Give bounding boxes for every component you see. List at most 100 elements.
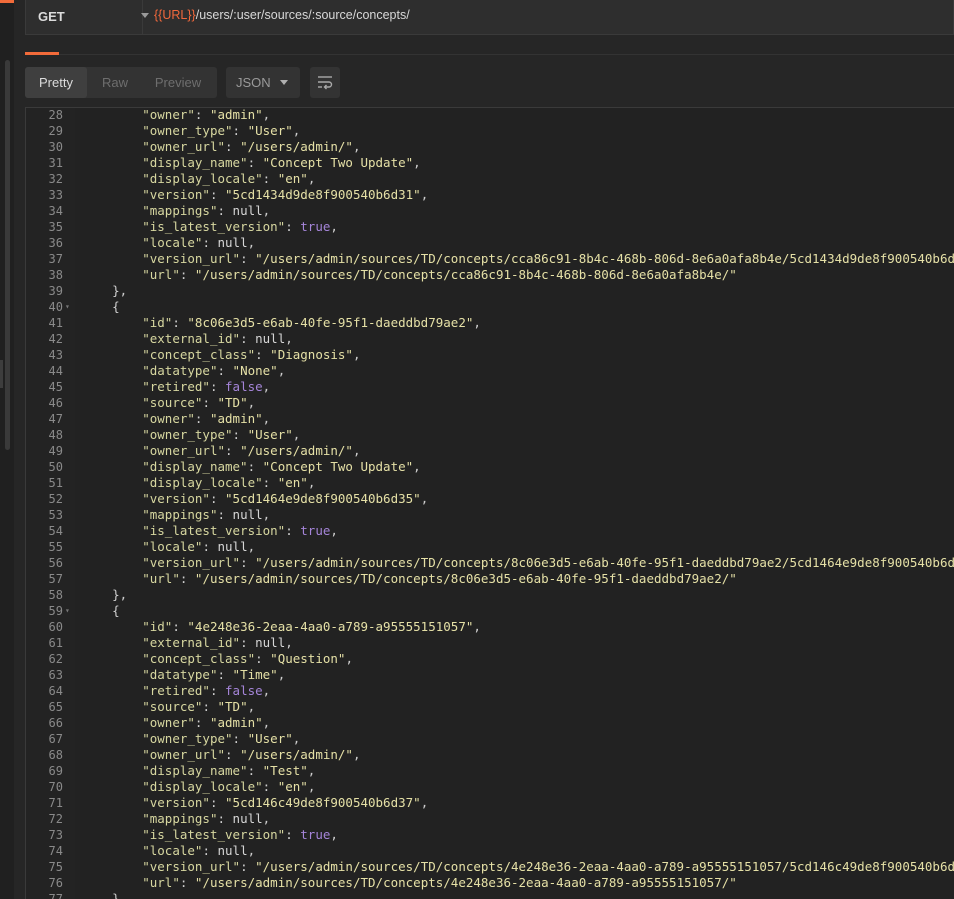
json-comma: , [473,315,481,330]
line-number: 44 [48,364,63,378]
json-colon: : [285,219,301,234]
json-colon: : [194,107,210,122]
code-line: 60 "id": "4e248e36-2eaa-4aa0-a789-a95555… [26,619,954,635]
json-comma: , [247,843,256,858]
method-select[interactable]: GET [26,0,149,34]
code-line: 58 }, [26,587,954,603]
line-number: 62 [48,652,63,666]
code-text: "is_latest_version": true, [82,827,338,843]
code-text: "concept_class": "Diagnosis", [82,347,360,363]
json-string-value: "User" [247,731,293,746]
line-number: 55 [48,540,63,554]
json-colon: : [225,747,241,762]
json-colon: : [240,555,256,570]
json-comma: , [307,475,316,490]
line-number: 45 [48,380,63,394]
line-number: 63 [48,668,63,682]
fold-toggle-icon[interactable]: ▾ [65,603,70,619]
json-colon: : [194,715,210,730]
json-key: "datatype" [142,667,218,682]
json-string-value: "Concept Two Update" [262,459,414,474]
json-colon: : [179,875,195,890]
json-key: "locale" [142,235,203,250]
json-key: "concept_class" [142,347,256,362]
line-number: 76 [48,876,63,890]
json-colon: : [240,331,256,346]
code-text: "id": "8c06e3d5-e6ab-40fe-95f1-daeddbd79… [82,315,481,331]
json-comma: , [413,155,421,170]
code-line: 75 "version_url": "/users/admin/sources/… [26,859,954,875]
code-text: "datatype": "Time", [82,667,285,683]
sidebar-resize-handle[interactable] [0,360,3,388]
line-number: 29 [48,124,63,138]
json-key: "url" [142,875,180,890]
code-line: 31 "display_name": "Concept Two Update", [26,155,954,171]
code-text: "mappings": null, [82,507,270,523]
code-line: 35 "is_latest_version": true, [26,219,954,235]
json-colon: : [262,475,278,490]
json-key: "owner_type" [142,427,233,442]
tab-raw[interactable]: Raw [87,67,143,98]
json-key: "version_url" [142,859,241,874]
json-colon: : [217,507,233,522]
json-comma: , [292,731,301,746]
json-key: "version_url" [142,555,241,570]
json-comma: , [352,139,361,154]
json-comma: , [262,715,271,730]
request-bar: GET {{URL}}/users/:user/sources/:source/… [25,0,954,35]
line-number: 34 [48,204,63,218]
line-number: 39 [48,284,63,298]
code-line: 57 "url": "/users/admin/sources/TD/conce… [26,571,954,587]
json-comma: , [262,203,271,218]
line-number: 32 [48,172,63,186]
line-number: 46 [48,396,63,410]
view-mode-tabs: Pretty Raw Preview [25,67,217,98]
json-comma: , [292,123,301,138]
code-line: 46 "source": "TD", [26,395,954,411]
left-sidebar-strip [0,0,14,899]
json-colon: : [209,683,226,698]
json-string-value: "admin" [209,715,263,730]
json-key: "display_name" [142,459,248,474]
json-colon: : [240,635,256,650]
code-text: "is_latest_version": true, [82,523,338,539]
json-string-value: "5cd146c49de8f900540b6d37" [225,795,421,810]
json-null-value: null [255,331,286,346]
line-number: 65 [48,700,63,714]
tab-pretty[interactable]: Pretty [25,67,87,98]
code-text: "locale": null, [82,235,255,251]
line-number: 48 [48,428,63,442]
code-text: "mappings": null, [82,811,270,827]
json-comma: , [352,443,361,458]
json-colon: : [209,187,226,202]
line-number: 42 [48,332,63,346]
format-select[interactable]: JSON [226,67,300,98]
url-input[interactable]: {{URL}}/users/:user/sources/:source/conc… [154,8,410,22]
tab-preview[interactable]: Preview [143,67,213,98]
line-number: 52 [48,492,63,506]
method-label: GET [38,9,65,24]
json-colon: : [225,139,241,154]
json-key: "id" [142,619,173,634]
json-colon: : [247,763,263,778]
sidebar-scrollbar[interactable] [5,60,10,450]
fold-toggle-icon[interactable]: ▾ [65,299,70,315]
code-text: "owner_url": "/users/admin/", [82,747,360,763]
line-number: 77 [48,892,63,899]
code-line: 69 "display_name": "Test", [26,763,954,779]
chevron-down-icon [141,13,149,18]
json-colon: : [225,443,241,458]
json-comma: , [292,427,301,442]
code-line: 52 "version": "5cd1464e9de8f900540b6d35"… [26,491,954,507]
chevron-down-icon [280,80,288,85]
json-string-value: "User" [247,123,293,138]
code-line: 76 "url": "/users/admin/sources/TD/conce… [26,875,954,891]
response-body-viewer[interactable]: 28 "owner": "admin", 29 "owner_type": "Us… [25,107,954,899]
url-variable: {{URL}} [154,8,196,22]
json-key: "owner" [142,107,195,122]
line-number: 70 [48,780,63,794]
json-key: "display_locale" [142,171,263,186]
json-string-value: "TD" [217,699,248,714]
line-number: 31 [48,156,63,170]
wrap-lines-button[interactable] [310,67,340,98]
